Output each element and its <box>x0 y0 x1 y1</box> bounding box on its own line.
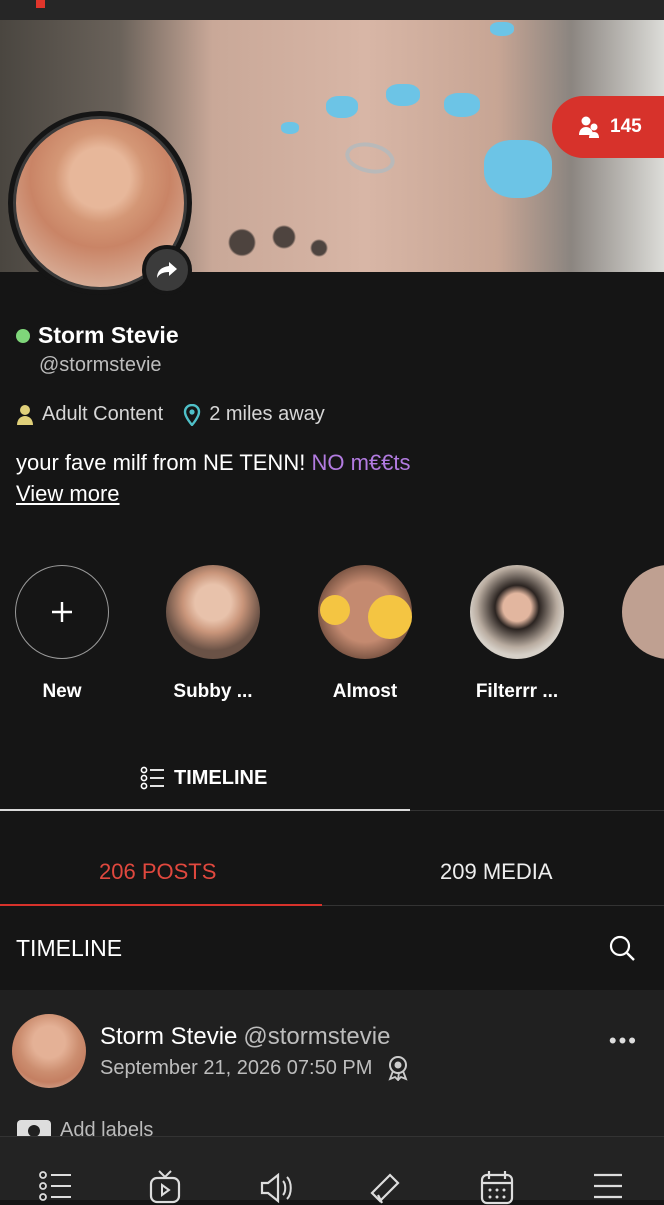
highlight-label: New <box>42 681 82 702</box>
post-more-button[interactable]: ••• <box>609 1028 638 1054</box>
share-icon <box>157 262 177 278</box>
search-icon[interactable] <box>608 934 636 962</box>
online-status-dot <box>16 328 30 343</box>
top-bar <box>0 0 664 20</box>
bio-text: your fave milf from NE TENN! <box>16 450 306 475</box>
post-author-name: Storm Stevie <box>100 1023 238 1050</box>
post-author-avatar[interactable] <box>12 1014 86 1088</box>
post-date: September 21, 2026 07:50 PM <box>100 1056 373 1079</box>
likes-badge[interactable]: 145 <box>552 96 664 158</box>
calendar-icon[interactable] <box>479 1169 515 1205</box>
award-icon <box>388 1056 408 1081</box>
timeline-header: TIMELINE <box>0 906 664 990</box>
profile-bio: your fave milf from NE TENN! NO m€€ts <box>16 450 410 476</box>
timeline-title: TIMELINE <box>16 935 123 961</box>
tab-timeline-label: TIMELINE <box>174 766 268 789</box>
post-date-row: September 21, 2026 07:50 PM <box>100 1055 410 1081</box>
tab-posts[interactable]: 206 POSTS <box>99 859 216 885</box>
view-more-link[interactable]: View more <box>16 481 120 507</box>
menu-icon[interactable] <box>590 1169 626 1205</box>
share-button[interactable] <box>142 245 192 295</box>
highlight-new[interactable]: New <box>15 565 109 703</box>
category-item: Adult Content <box>16 403 163 426</box>
highlight-thumbnail <box>318 565 412 659</box>
highlight-thumbnail <box>470 565 564 659</box>
highlight-thumbnail <box>622 565 664 659</box>
likes-count: 145 <box>610 116 642 137</box>
tab-indicator <box>0 809 410 811</box>
distance-label: 2 miles away <box>209 403 325 425</box>
list-icon <box>140 766 164 790</box>
content-tabs: 206 POSTS 209 MEDIA <box>0 840 664 906</box>
location-pin-icon <box>184 403 201 426</box>
bio-highlight: NO m€€ts <box>311 450 411 475</box>
likes-icon <box>579 116 599 138</box>
tab-media[interactable]: 209 MEDIA <box>440 859 553 885</box>
profile-handle: @stormstevie <box>39 354 162 376</box>
plus-icon <box>52 602 72 622</box>
cover-nail <box>386 84 420 106</box>
smile-emoji-icon <box>320 595 350 625</box>
bottom-nav <box>0 1136 664 1205</box>
distance-item: 2 miles away <box>183 403 325 426</box>
highlight-item[interactable]: Subby ... <box>166 565 260 703</box>
highlight-item[interactable]: Filterrr ... <box>470 565 564 703</box>
person-icon <box>17 404 33 425</box>
highlights-row: New Subby ... Almost Filterrr ... <box>0 565 664 705</box>
highlight-label: Filterrr ... <box>475 681 559 702</box>
highlight-thumbnail <box>166 565 260 659</box>
profile-meta: Adult Content 2 miles away <box>16 403 345 426</box>
profile-tabs: TIMELINE <box>0 755 664 811</box>
cover-nail <box>490 22 514 36</box>
cover-nail <box>326 96 358 118</box>
tongue-emoji-icon <box>368 595 412 639</box>
category-label: Adult Content <box>42 403 164 425</box>
megaphone-icon[interactable] <box>368 1169 404 1205</box>
add-highlight-button[interactable] <box>15 565 109 659</box>
highlight-item[interactable] <box>622 565 664 659</box>
post-author[interactable]: Storm Stevie @stormstevie <box>100 1023 390 1051</box>
cover-nail <box>444 93 480 117</box>
name-row: Storm Stevie <box>16 322 179 349</box>
speaker-icon[interactable] <box>258 1169 294 1205</box>
highlight-item[interactable]: Almost <box>318 565 412 703</box>
post-card: Storm Stevie @stormstevie September 21, 2… <box>0 990 664 1140</box>
tab-timeline[interactable]: TIMELINE <box>140 765 267 791</box>
cover-tattoo <box>200 215 340 270</box>
profile-name: Storm Stevie <box>38 322 179 348</box>
cover-nail <box>281 122 299 134</box>
list-icon[interactable] <box>38 1169 74 1205</box>
highlight-label: Subby ... <box>173 681 253 702</box>
highlight-label: Almost <box>332 681 398 702</box>
accent-mark <box>36 0 45 8</box>
post-author-handle: @stormstevie <box>243 1023 391 1050</box>
video-icon[interactable] <box>147 1169 183 1205</box>
cover-nail <box>484 140 552 198</box>
cover-ring <box>342 138 398 178</box>
